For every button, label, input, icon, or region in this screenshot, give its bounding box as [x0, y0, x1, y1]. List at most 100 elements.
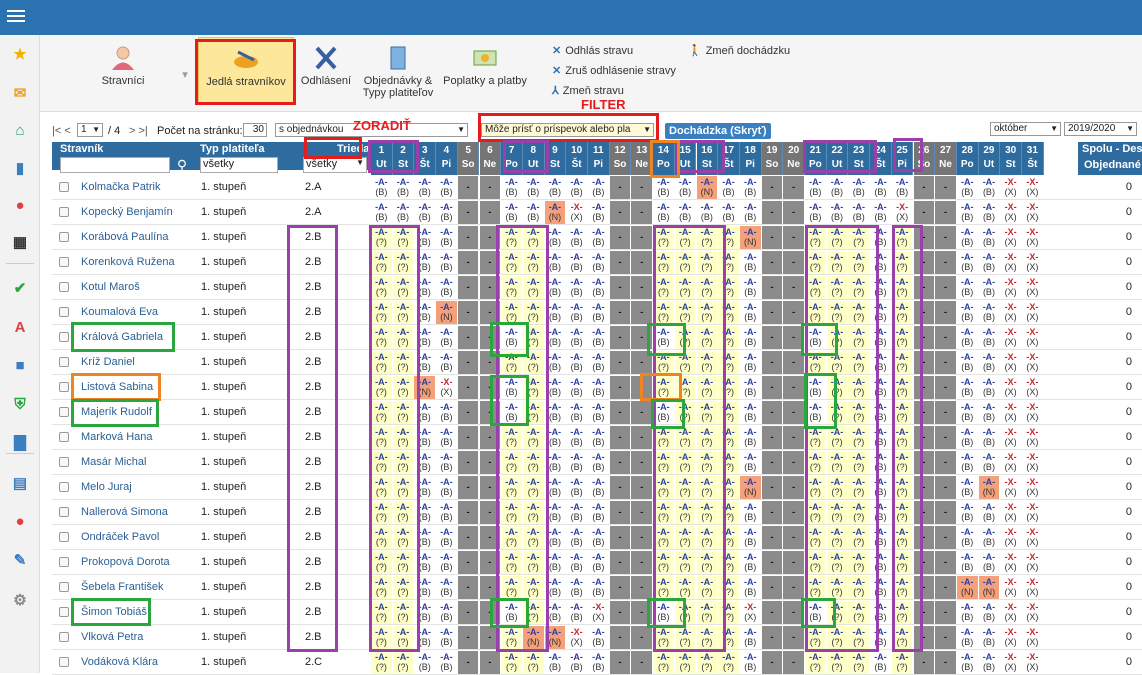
meal-cell[interactable]: -X- (X) — [740, 601, 762, 624]
day-header-10[interactable]: 10 Št — [566, 142, 588, 175]
row-checkbox[interactable] — [59, 657, 69, 667]
meal-cell[interactable]: -A- (B) — [588, 176, 610, 199]
meal-cell[interactable]: -A- (?) — [718, 251, 740, 274]
meal-cell[interactable]: -A- (B) — [957, 476, 979, 499]
meal-cell[interactable]: -A- (B) — [957, 626, 979, 649]
day-header-24[interactable]: 24 Št — [870, 142, 892, 175]
meal-cell[interactable]: -A- (B) — [979, 501, 1001, 524]
row-checkbox[interactable] — [59, 557, 69, 567]
day-header-23[interactable]: 23 St — [848, 142, 871, 175]
meal-cell[interactable]: -A- (?) — [674, 251, 697, 274]
meal-cell[interactable]: -A- (B) — [545, 376, 567, 399]
meal-cell[interactable]: -X- (X) — [1000, 201, 1022, 224]
meal-cell[interactable]: -A- (B) — [414, 401, 437, 424]
day-header-26[interactable]: 26 So — [913, 142, 936, 175]
meal-cell[interactable]: -A- (B) — [588, 426, 610, 449]
meal-cell[interactable]: -A- (?) — [891, 501, 914, 524]
meal-cell[interactable]: -A- (?) — [805, 226, 827, 249]
meal-cell[interactable]: -A- (?) — [696, 276, 719, 299]
meal-cell[interactable]: -A- (B) — [870, 501, 892, 524]
header-typ[interactable]: Typ platiteľa — [198, 142, 301, 156]
meal-cell[interactable]: -A- (B) — [870, 201, 892, 224]
meal-cell[interactable]: -A- (B) — [979, 201, 1001, 224]
meal-cell[interactable]: -A- (?) — [696, 501, 719, 524]
meal-cell[interactable]: -A- (B) — [501, 326, 523, 349]
meal-cell[interactable]: -A- (?) — [696, 626, 719, 649]
stravnik-name-link[interactable]: Kotul Maroš — [81, 281, 140, 293]
meal-cell[interactable]: -X- (X) — [1000, 651, 1022, 674]
row-checkbox[interactable] — [59, 632, 69, 642]
meal-cell[interactable]: -A- (?) — [392, 226, 415, 249]
filter-select[interactable]: Môže prísť o príspevok alebo pla ▼ — [481, 123, 654, 137]
meal-cell[interactable]: -A- (B) — [414, 251, 437, 274]
meal-cell[interactable]: -A- (?) — [392, 601, 415, 624]
meal-cell[interactable]: -A- (B) — [436, 576, 458, 599]
meal-cell[interactable]: -A- (?) — [826, 226, 849, 249]
meal-cell[interactable]: -A- (B) — [414, 526, 437, 549]
meal-cell[interactable]: -A- (B) — [740, 551, 762, 574]
meal-cell[interactable]: -A- (B) — [979, 451, 1001, 474]
meal-cell[interactable]: -A- (B) — [870, 401, 892, 424]
meal-cell[interactable]: -A- (?) — [522, 276, 545, 299]
meal-cell[interactable]: -A- (N) — [414, 376, 437, 399]
meal-cell[interactable]: -A- (B) — [675, 176, 697, 199]
zmen-stravu-link[interactable]: ⅄ Zmeň stravu — [552, 84, 624, 97]
meal-cell[interactable]: -A- (?) — [522, 251, 545, 274]
meal-cell[interactable]: -A- (B) — [848, 201, 871, 224]
meal-cell[interactable]: -X- (X) — [1022, 551, 1044, 574]
meal-cell[interactable]: -A- (B) — [566, 476, 588, 499]
meal-cell[interactable]: -A- (?) — [718, 401, 740, 424]
meal-cell[interactable]: -A- (B) — [827, 201, 849, 224]
meal-cell[interactable]: -A- (?) — [674, 301, 697, 324]
meal-cell[interactable]: -X- (X) — [1000, 476, 1022, 499]
meal-cell[interactable]: -A- (B) — [870, 351, 892, 374]
meal-cell[interactable]: -A- (?) — [805, 476, 827, 499]
meal-cell[interactable]: -A- (?) — [674, 276, 697, 299]
meal-cell[interactable]: -A- (N) — [739, 476, 762, 499]
meal-cell[interactable]: -A- (?) — [371, 376, 393, 399]
meal-cell[interactable]: -A- (B) — [436, 251, 458, 274]
jedla-stravnikov-button[interactable]: Jedlá stravníkov — [198, 37, 294, 103]
meal-cell[interactable]: -A- (B) — [870, 601, 892, 624]
meal-cell[interactable]: -A- (B) — [501, 176, 523, 199]
meal-cell[interactable]: -A- (B) — [740, 426, 762, 449]
meal-cell[interactable]: -A- (?) — [696, 651, 719, 674]
meal-cell[interactable]: -A- (?) — [392, 251, 415, 274]
meal-cell[interactable]: -A- (N) — [978, 576, 1001, 599]
row-checkbox[interactable] — [59, 407, 69, 417]
meal-cell[interactable]: -A- (?) — [392, 576, 415, 599]
stravnik-name-link[interactable]: Listová Sabina — [81, 381, 153, 393]
stravnik-name-link[interactable]: Kolmačka Patrik — [81, 181, 160, 193]
meal-cell[interactable]: -A- (?) — [392, 501, 415, 524]
meal-cell[interactable]: -A- (B) — [566, 426, 588, 449]
meal-cell[interactable]: -A- (B) — [740, 201, 762, 224]
meal-cell[interactable]: -A- (?) — [718, 551, 740, 574]
odhlaseni-button[interactable]: Odhlásení — [298, 45, 354, 87]
meal-cell[interactable]: -A- (B) — [414, 501, 437, 524]
meal-cell[interactable]: -A- (?) — [674, 376, 697, 399]
day-header-3[interactable]: 3 Št — [414, 142, 437, 175]
meal-cell[interactable]: -X- (X) — [1022, 526, 1044, 549]
stravnik-name-link[interactable]: Nallerová Simona — [81, 506, 168, 518]
meal-cell[interactable]: -A- (?) — [826, 576, 849, 599]
meal-cell[interactable]: -A- (?) — [718, 451, 740, 474]
meal-cell[interactable]: -A- (?) — [718, 526, 740, 549]
meal-cell[interactable]: -A- (B) — [979, 401, 1001, 424]
meal-cell[interactable]: -A- (?) — [653, 226, 675, 249]
meal-cell[interactable]: -A- (B) — [588, 526, 610, 549]
row-checkbox[interactable] — [59, 482, 69, 492]
meal-cell[interactable]: -A- (?) — [826, 501, 849, 524]
meal-cell[interactable]: -A- (?) — [674, 601, 697, 624]
day-header-30[interactable]: 30 St — [1000, 142, 1022, 175]
meal-cell[interactable]: -A- (B) — [414, 626, 437, 649]
meal-cell[interactable]: -A- (?) — [501, 301, 523, 324]
search-icon[interactable]: ⚲ — [172, 157, 192, 173]
meal-cell[interactable]: -A- (B) — [545, 276, 567, 299]
meal-cell[interactable]: -A- (?) — [805, 351, 827, 374]
meal-cell[interactable]: -A- (B) — [805, 376, 827, 399]
meal-cell[interactable]: -A- (B) — [371, 201, 393, 224]
meal-cell[interactable]: -X- (X) — [1022, 476, 1044, 499]
meal-cell[interactable]: -A- (B) — [436, 326, 458, 349]
meal-cell[interactable]: -A- (?) — [891, 651, 914, 674]
meal-cell[interactable]: -A- (?) — [371, 476, 393, 499]
